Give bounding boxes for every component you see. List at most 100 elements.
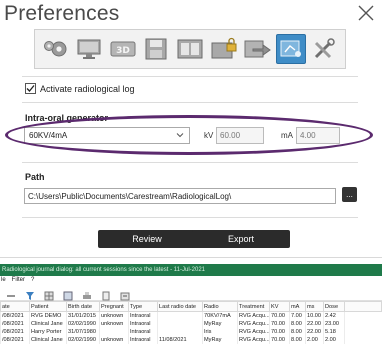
column-header[interactable]: KV [269, 301, 290, 312]
divider [22, 217, 358, 218]
table-cell: 8.00 [289, 335, 306, 344]
grid-icon[interactable] [44, 288, 54, 300]
log-table: ate Patient Birth date Pregnant Type Las… [0, 301, 382, 344]
table-cell: RVG Acqu... [237, 311, 270, 320]
export-icon[interactable] [242, 34, 272, 64]
browse-button[interactable]: ... [342, 187, 357, 202]
table-cell: 2.42 [323, 311, 345, 320]
table-icon[interactable] [63, 288, 73, 300]
monitor-icon[interactable] [74, 34, 104, 64]
table-cell: 70.00 [269, 311, 290, 320]
table-cell: 22.00 [305, 319, 324, 328]
table-cell: MyRay [202, 335, 238, 344]
save-icon[interactable] [141, 34, 171, 64]
highlight-oval [5, 115, 373, 155]
table-cell: 2.00 [305, 335, 324, 344]
column-header[interactable]: Birth date [66, 301, 100, 312]
menu-help[interactable]: ? [31, 276, 34, 285]
column-header[interactable]: mA [289, 301, 306, 312]
minus-icon[interactable] [6, 288, 16, 298]
table-cell: unknown [99, 319, 129, 328]
path-input[interactable]: C:\Users\Public\Documents\Carestream\Rad… [24, 188, 336, 204]
divider [22, 102, 358, 103]
print-icon[interactable] [82, 288, 92, 299]
table-cell: Intraoral [128, 327, 158, 336]
table-row[interactable]: /08/2021 Harry Porter 31/07/1980 Intraor… [0, 327, 382, 336]
table-cell: /08/2021 [0, 319, 30, 328]
table-cell: Clinical Jane [29, 319, 67, 328]
radiological-log-window: Radiological journal dialog: all current… [0, 264, 382, 362]
tools-icon[interactable] [309, 34, 339, 64]
close-icon[interactable] [356, 3, 376, 23]
table-row[interactable]: /08/2021 Clinical Jane 02/02/1990 unknow… [0, 319, 382, 328]
column-header[interactable]: Type [128, 301, 158, 312]
activate-log-checkbox[interactable] [25, 83, 36, 94]
3d-icon[interactable]: 3D [108, 34, 138, 64]
table-cell: 70.00 [269, 327, 290, 336]
table-cell: /08/2021 [0, 335, 30, 344]
table-row[interactable]: /08/2021 Clinical Jane 02/02/1990 unknow… [0, 335, 382, 344]
column-header[interactable]: ate [0, 301, 30, 312]
column-header[interactable]: ms [305, 301, 324, 312]
table-cell: 31/07/1980 [66, 327, 100, 336]
table-header-row: ate Patient Birth date Pregnant Type Las… [0, 301, 382, 312]
log-toolbar [0, 285, 382, 301]
column-header[interactable]: Last radio date [157, 301, 203, 312]
log-title: Radiological journal dialog: all current… [0, 264, 382, 276]
table-cell: RVG Acqu... [237, 327, 270, 336]
path-label: Path [25, 172, 45, 182]
preferences-toolbar: 3D [34, 29, 346, 69]
column-header[interactable]: Pregnant [99, 301, 129, 312]
table-row[interactable]: /08/2021 RVG DEMO 31/01/2015 unknown Int… [0, 311, 382, 320]
document-icon[interactable] [101, 288, 111, 300]
activate-log-label: Activate radiological log [40, 83, 135, 94]
table-cell: 31/01/2015 [66, 311, 100, 320]
table-cell: 7.00 [289, 311, 306, 320]
table-cell: Intraoral [128, 319, 158, 328]
menu-file[interactable]: le [1, 276, 6, 285]
svg-text:3D: 3D [116, 46, 130, 56]
image-layout-icon[interactable] [175, 34, 205, 64]
filter-icon[interactable] [25, 288, 35, 300]
table-cell: unknown [99, 311, 129, 320]
table-cell: 8.00 [289, 327, 306, 336]
menu-filter[interactable]: Filter [12, 276, 25, 285]
table-cell [157, 327, 203, 336]
column-header[interactable]: Dose [323, 301, 345, 312]
table-cell: 8.00 [289, 319, 306, 328]
table-cell: Intraoral [128, 311, 158, 320]
table-cell: Harry Porter [29, 327, 67, 336]
table-cell [157, 311, 203, 320]
radiation-log-icon[interactable] [275, 34, 306, 64]
lock-folder-icon[interactable] [209, 34, 239, 64]
gears-icon[interactable] [41, 34, 71, 64]
table-cell: /08/2021 [0, 311, 30, 320]
export-log-icon[interactable] [120, 288, 130, 300]
table-cell [344, 335, 382, 344]
table-cell [344, 327, 382, 336]
activate-log-row[interactable]: Activate radiological log [25, 83, 135, 94]
table-cell: 5.18 [323, 327, 345, 336]
table-cell: 02/02/1990 [66, 319, 100, 328]
table-cell: Clinical Jane [29, 335, 67, 344]
table-cell: 70.00 [269, 335, 290, 344]
table-cell: 02/02/1990 [66, 335, 100, 344]
table-cell: 70.00 [269, 319, 290, 328]
preferences-dialog: Preferences 3D Activate radiological log… [0, 0, 382, 258]
table-cell: unknown [99, 335, 129, 344]
table-cell [99, 327, 129, 336]
table-cell [344, 319, 382, 328]
column-header [344, 301, 382, 312]
export-button[interactable]: Export [192, 230, 290, 248]
dialog-title: Preferences [4, 2, 120, 25]
table-cell [344, 311, 382, 320]
table-cell: 70KV/7mA [202, 311, 238, 320]
column-header[interactable]: Patient [29, 301, 67, 312]
column-header[interactable]: Treatment [237, 301, 270, 312]
table-cell: Iris [202, 327, 238, 336]
table-cell: 10.00 [305, 311, 324, 320]
table-cell: 2.00 [323, 335, 345, 344]
table-cell: 22.00 [305, 327, 324, 336]
column-header[interactable]: Radio [202, 301, 238, 312]
review-button[interactable]: Review [98, 230, 196, 248]
